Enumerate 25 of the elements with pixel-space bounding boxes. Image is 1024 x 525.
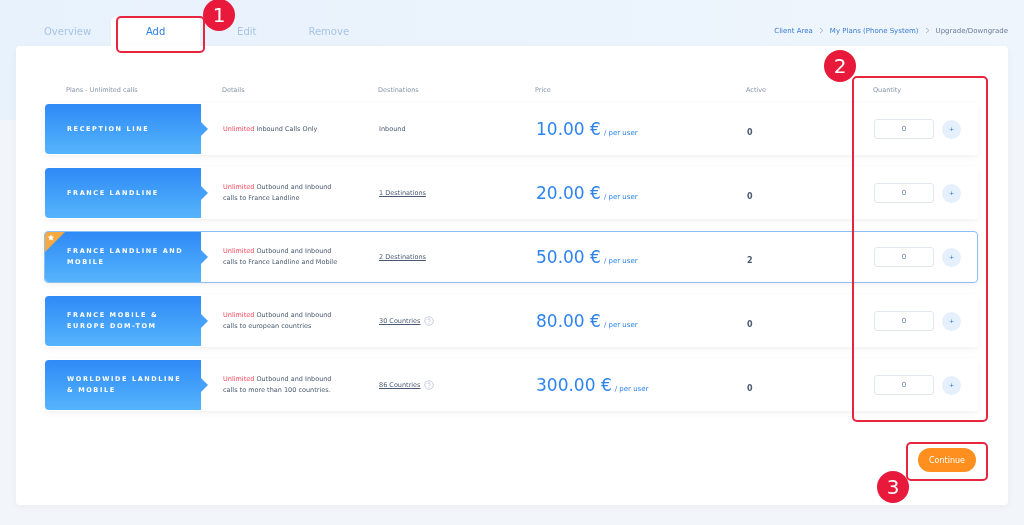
active-count: 2 [747,255,753,265]
add-button[interactable]: + [942,311,961,331]
label-pointer [201,122,208,136]
active-count: 0 [747,191,753,201]
active-count: 0 [747,127,753,137]
add-button[interactable]: + [942,119,961,139]
active-count: 0 [747,319,753,329]
add-button[interactable]: + [942,247,961,267]
label-pointer [201,250,208,264]
price-amount: 50.00 € [536,247,601,267]
price-amount: 300.00 € [536,375,612,395]
help-icon[interactable] [423,380,434,390]
price-amount: 80.00 € [536,311,601,331]
help-icon[interactable] [423,316,434,326]
price-amount: 10.00 € [536,119,601,139]
label-pointer [201,314,208,328]
label-pointer [201,186,208,200]
price-amount: 20.00 € [536,183,601,203]
add-button[interactable]: + [942,183,961,203]
active-count: 0 [747,383,753,393]
add-button[interactable]: + [942,375,961,395]
chevron-icon [924,26,930,36]
tab[interactable]: Add [111,16,201,46]
label-pointer [201,378,208,392]
chevron-icon [818,26,824,36]
